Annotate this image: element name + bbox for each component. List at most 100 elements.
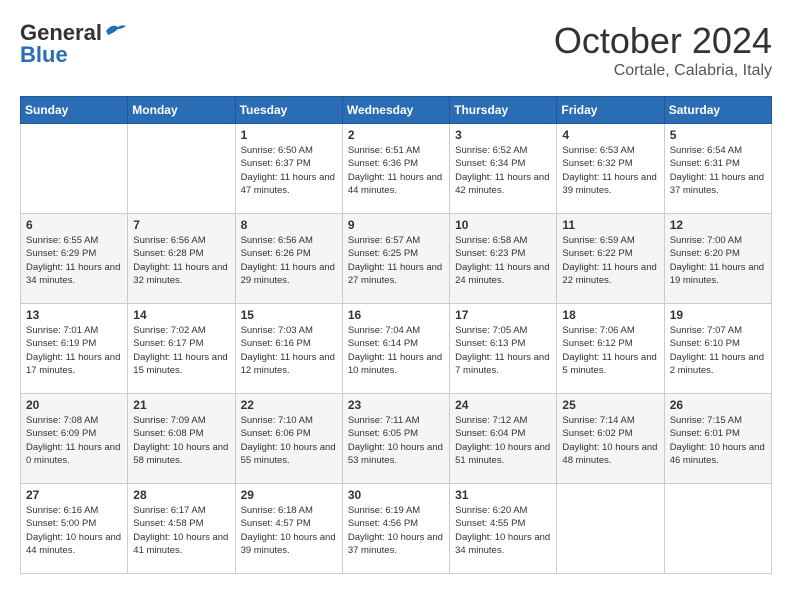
cell-line: Sunrise: 7:07 AM (670, 324, 766, 337)
day-number: 29 (241, 488, 337, 502)
month-title: October 2024 (554, 20, 772, 62)
cell-line: Sunrise: 7:11 AM (348, 414, 444, 427)
cell-line: Sunset: 6:04 PM (455, 427, 551, 440)
cell-line: Sunrise: 6:56 AM (241, 234, 337, 247)
cell-content: Sunrise: 7:10 AMSunset: 6:06 PMDaylight:… (241, 414, 337, 467)
calendar-cell: 13Sunrise: 7:01 AMSunset: 6:19 PMDayligh… (21, 304, 128, 394)
day-number: 4 (562, 128, 658, 142)
calendar-cell: 2 Sunrise: 6:51 AMSunset: 6:36 PMDaylight… (342, 124, 449, 214)
cell-line: Sunset: 6:37 PM (241, 157, 337, 170)
cell-content: Sunrise: 7:09 AMSunset: 6:08 PMDaylight:… (133, 414, 229, 467)
cell-content: Sunrise: 6:18 AMSunset: 4:57 PMDaylight:… (241, 504, 337, 557)
day-number: 17 (455, 308, 551, 322)
cell-line: Sunset: 6:25 PM (348, 247, 444, 260)
calendar-cell: 18Sunrise: 7:06 AMSunset: 6:12 PMDayligh… (557, 304, 664, 394)
cell-line: Daylight: 11 hours and 27 minutes. (348, 261, 444, 288)
calendar-cell: 26 Sunrise: 7:15 AMSunset: 6:01 PMDayligh… (664, 394, 771, 484)
cell-content: Sunrise: 6:17 AMSunset: 4:58 PMDaylight:… (133, 504, 229, 557)
cell-line: Sunrise: 6:18 AM (241, 504, 337, 517)
cell-content: Sunrise: 6:58 AMSunset: 6:23 PMDaylight:… (455, 234, 551, 287)
calendar-body: 1Sunrise: 6:50 AMSunset: 6:37 PMDaylight… (21, 124, 772, 574)
day-number: 2 (348, 128, 444, 142)
cell-content: Sunrise: 6:51 AMSunset: 6:36 PMDaylight:… (348, 144, 444, 197)
cell-content: Sunrise: 7:08 AMSunset: 6:09 PMDaylight:… (26, 414, 122, 467)
cell-content: Sunrise: 6:55 AMSunset: 6:29 PMDaylight:… (26, 234, 122, 287)
day-of-week-header: Monday (128, 97, 235, 124)
calendar-cell: 15Sunrise: 7:03 AMSunset: 6:16 PMDayligh… (235, 304, 342, 394)
cell-content: Sunrise: 6:19 AMSunset: 4:56 PMDaylight:… (348, 504, 444, 557)
cell-line: Sunset: 6:06 PM (241, 427, 337, 440)
calendar-week-row: 1Sunrise: 6:50 AMSunset: 6:37 PMDaylight… (21, 124, 772, 214)
day-number: 3 (455, 128, 551, 142)
cell-content: Sunrise: 7:00 AMSunset: 6:20 PMDaylight:… (670, 234, 766, 287)
cell-content: Sunrise: 7:02 AMSunset: 6:17 PMDaylight:… (133, 324, 229, 377)
cell-line: Sunrise: 7:12 AM (455, 414, 551, 427)
cell-line: Daylight: 11 hours and 0 minutes. (26, 441, 122, 468)
cell-line: Daylight: 10 hours and 34 minutes. (455, 531, 551, 558)
calendar-cell: 4Sunrise: 6:53 AMSunset: 6:32 PMDaylight… (557, 124, 664, 214)
day-of-week-header: Saturday (664, 97, 771, 124)
cell-content: Sunrise: 6:20 AMSunset: 4:55 PMDaylight:… (455, 504, 551, 557)
cell-line: Sunrise: 7:09 AM (133, 414, 229, 427)
cell-content: Sunrise: 6:16 AMSunset: 5:00 PMDaylight:… (26, 504, 122, 557)
cell-line: Sunrise: 7:15 AM (670, 414, 766, 427)
cell-line: Sunrise: 6:57 AM (348, 234, 444, 247)
location-text: Cortale, Calabria, Italy (554, 62, 772, 80)
cell-line: Sunrise: 7:04 AM (348, 324, 444, 337)
calendar-cell (128, 124, 235, 214)
cell-line: Sunrise: 6:53 AM (562, 144, 658, 157)
day-number: 14 (133, 308, 229, 322)
cell-line: Sunset: 6:17 PM (133, 337, 229, 350)
cell-content: Sunrise: 7:15 AMSunset: 6:01 PMDaylight:… (670, 414, 766, 467)
cell-line: Daylight: 11 hours and 17 minutes. (26, 351, 122, 378)
day-number: 12 (670, 218, 766, 232)
day-number: 10 (455, 218, 551, 232)
cell-content: Sunrise: 6:59 AMSunset: 6:22 PMDaylight:… (562, 234, 658, 287)
calendar-cell: 11Sunrise: 6:59 AMSunset: 6:22 PMDayligh… (557, 214, 664, 304)
cell-line: Sunrise: 7:05 AM (455, 324, 551, 337)
calendar-week-row: 6Sunrise: 6:55 AMSunset: 6:29 PMDaylight… (21, 214, 772, 304)
calendar-header-row: SundayMondayTuesdayWednesdayThursdayFrid… (21, 97, 772, 124)
cell-line: Daylight: 10 hours and 44 minutes. (26, 531, 122, 558)
cell-content: Sunrise: 6:57 AMSunset: 6:25 PMDaylight:… (348, 234, 444, 287)
calendar-cell: 27 Sunrise: 6:16 AMSunset: 5:00 PMDayligh… (21, 484, 128, 574)
cell-line: Daylight: 11 hours and 10 minutes. (348, 351, 444, 378)
cell-line: Sunset: 6:29 PM (26, 247, 122, 260)
day-number: 5 (670, 128, 766, 142)
cell-content: Sunrise: 7:14 AMSunset: 6:02 PMDaylight:… (562, 414, 658, 467)
logo-blue-text: Blue (20, 42, 68, 68)
day-number: 27 (26, 488, 122, 502)
cell-line: Sunrise: 6:19 AM (348, 504, 444, 517)
cell-line: Sunrise: 6:52 AM (455, 144, 551, 157)
cell-content: Sunrise: 7:06 AMSunset: 6:12 PMDaylight:… (562, 324, 658, 377)
day-of-week-header: Friday (557, 97, 664, 124)
cell-line: Sunset: 6:26 PM (241, 247, 337, 260)
day-number: 24 (455, 398, 551, 412)
cell-line: Daylight: 10 hours and 48 minutes. (562, 441, 658, 468)
cell-line: Daylight: 11 hours and 29 minutes. (241, 261, 337, 288)
cell-line: Daylight: 11 hours and 32 minutes. (133, 261, 229, 288)
day-number: 30 (348, 488, 444, 502)
calendar-cell: 9Sunrise: 6:57 AMSunset: 6:25 PMDaylight… (342, 214, 449, 304)
cell-line: Sunrise: 7:01 AM (26, 324, 122, 337)
cell-line: Sunset: 6:31 PM (670, 157, 766, 170)
cell-line: Daylight: 11 hours and 34 minutes. (26, 261, 122, 288)
cell-line: Sunset: 6:05 PM (348, 427, 444, 440)
cell-line: Daylight: 11 hours and 22 minutes. (562, 261, 658, 288)
cell-line: Sunset: 6:16 PM (241, 337, 337, 350)
cell-line: Sunrise: 7:10 AM (241, 414, 337, 427)
day-number: 26 (670, 398, 766, 412)
calendar-cell: 19Sunrise: 7:07 AMSunset: 6:10 PMDayligh… (664, 304, 771, 394)
cell-line: Sunrise: 7:03 AM (241, 324, 337, 337)
cell-line: Sunrise: 7:14 AM (562, 414, 658, 427)
cell-line: Sunset: 4:58 PM (133, 517, 229, 530)
day-number: 22 (241, 398, 337, 412)
cell-line: Daylight: 11 hours and 2 minutes. (670, 351, 766, 378)
cell-line: Daylight: 10 hours and 37 minutes. (348, 531, 444, 558)
day-number: 28 (133, 488, 229, 502)
cell-content: Sunrise: 7:11 AMSunset: 6:05 PMDaylight:… (348, 414, 444, 467)
logo-bird-icon (104, 23, 126, 39)
cell-line: Daylight: 10 hours and 51 minutes. (455, 441, 551, 468)
calendar-cell: 3Sunrise: 6:52 AMSunset: 6:34 PMDaylight… (450, 124, 557, 214)
day-of-week-header: Sunday (21, 97, 128, 124)
